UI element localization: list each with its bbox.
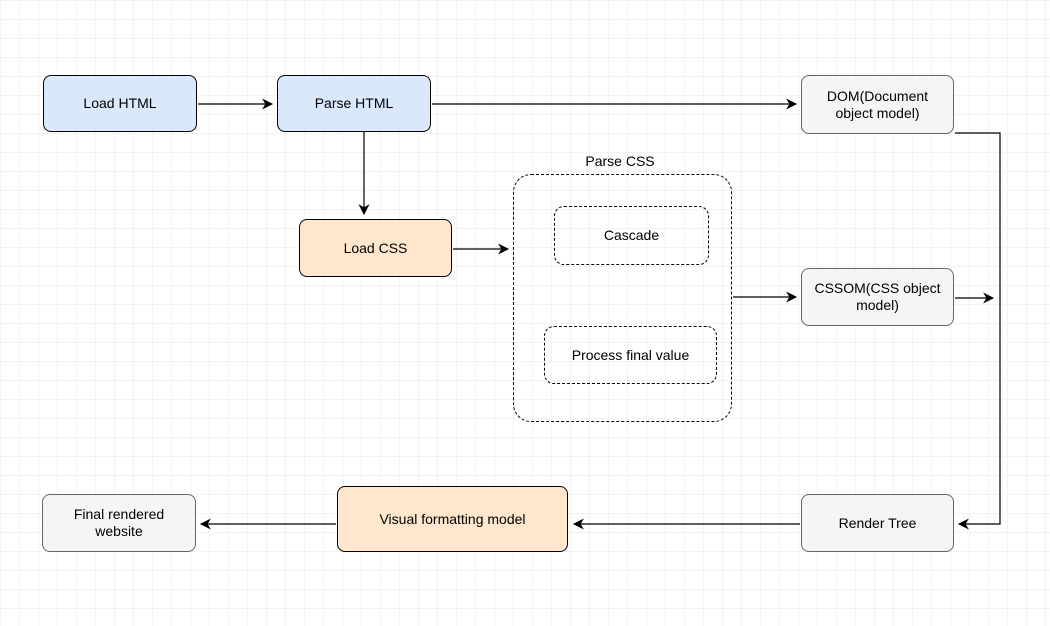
node-parse-html: Parse HTML [277,75,431,132]
node-load-html: Load HTML [43,75,197,132]
node-render-tree: Render Tree [801,494,954,552]
node-process-final-value: Process final value [544,326,717,384]
node-load-css: Load CSS [299,219,452,277]
node-cascade: Cascade [554,206,709,265]
node-cssom: CSSOM(CSS object model) [801,268,954,326]
node-visual-formatting-model: Visual formatting model [337,486,568,552]
node-final-rendered-website: Final rendered website [42,494,196,552]
node-dom: DOM(Document object model) [801,75,954,134]
label-parse-css: Parse CSS [570,153,670,169]
